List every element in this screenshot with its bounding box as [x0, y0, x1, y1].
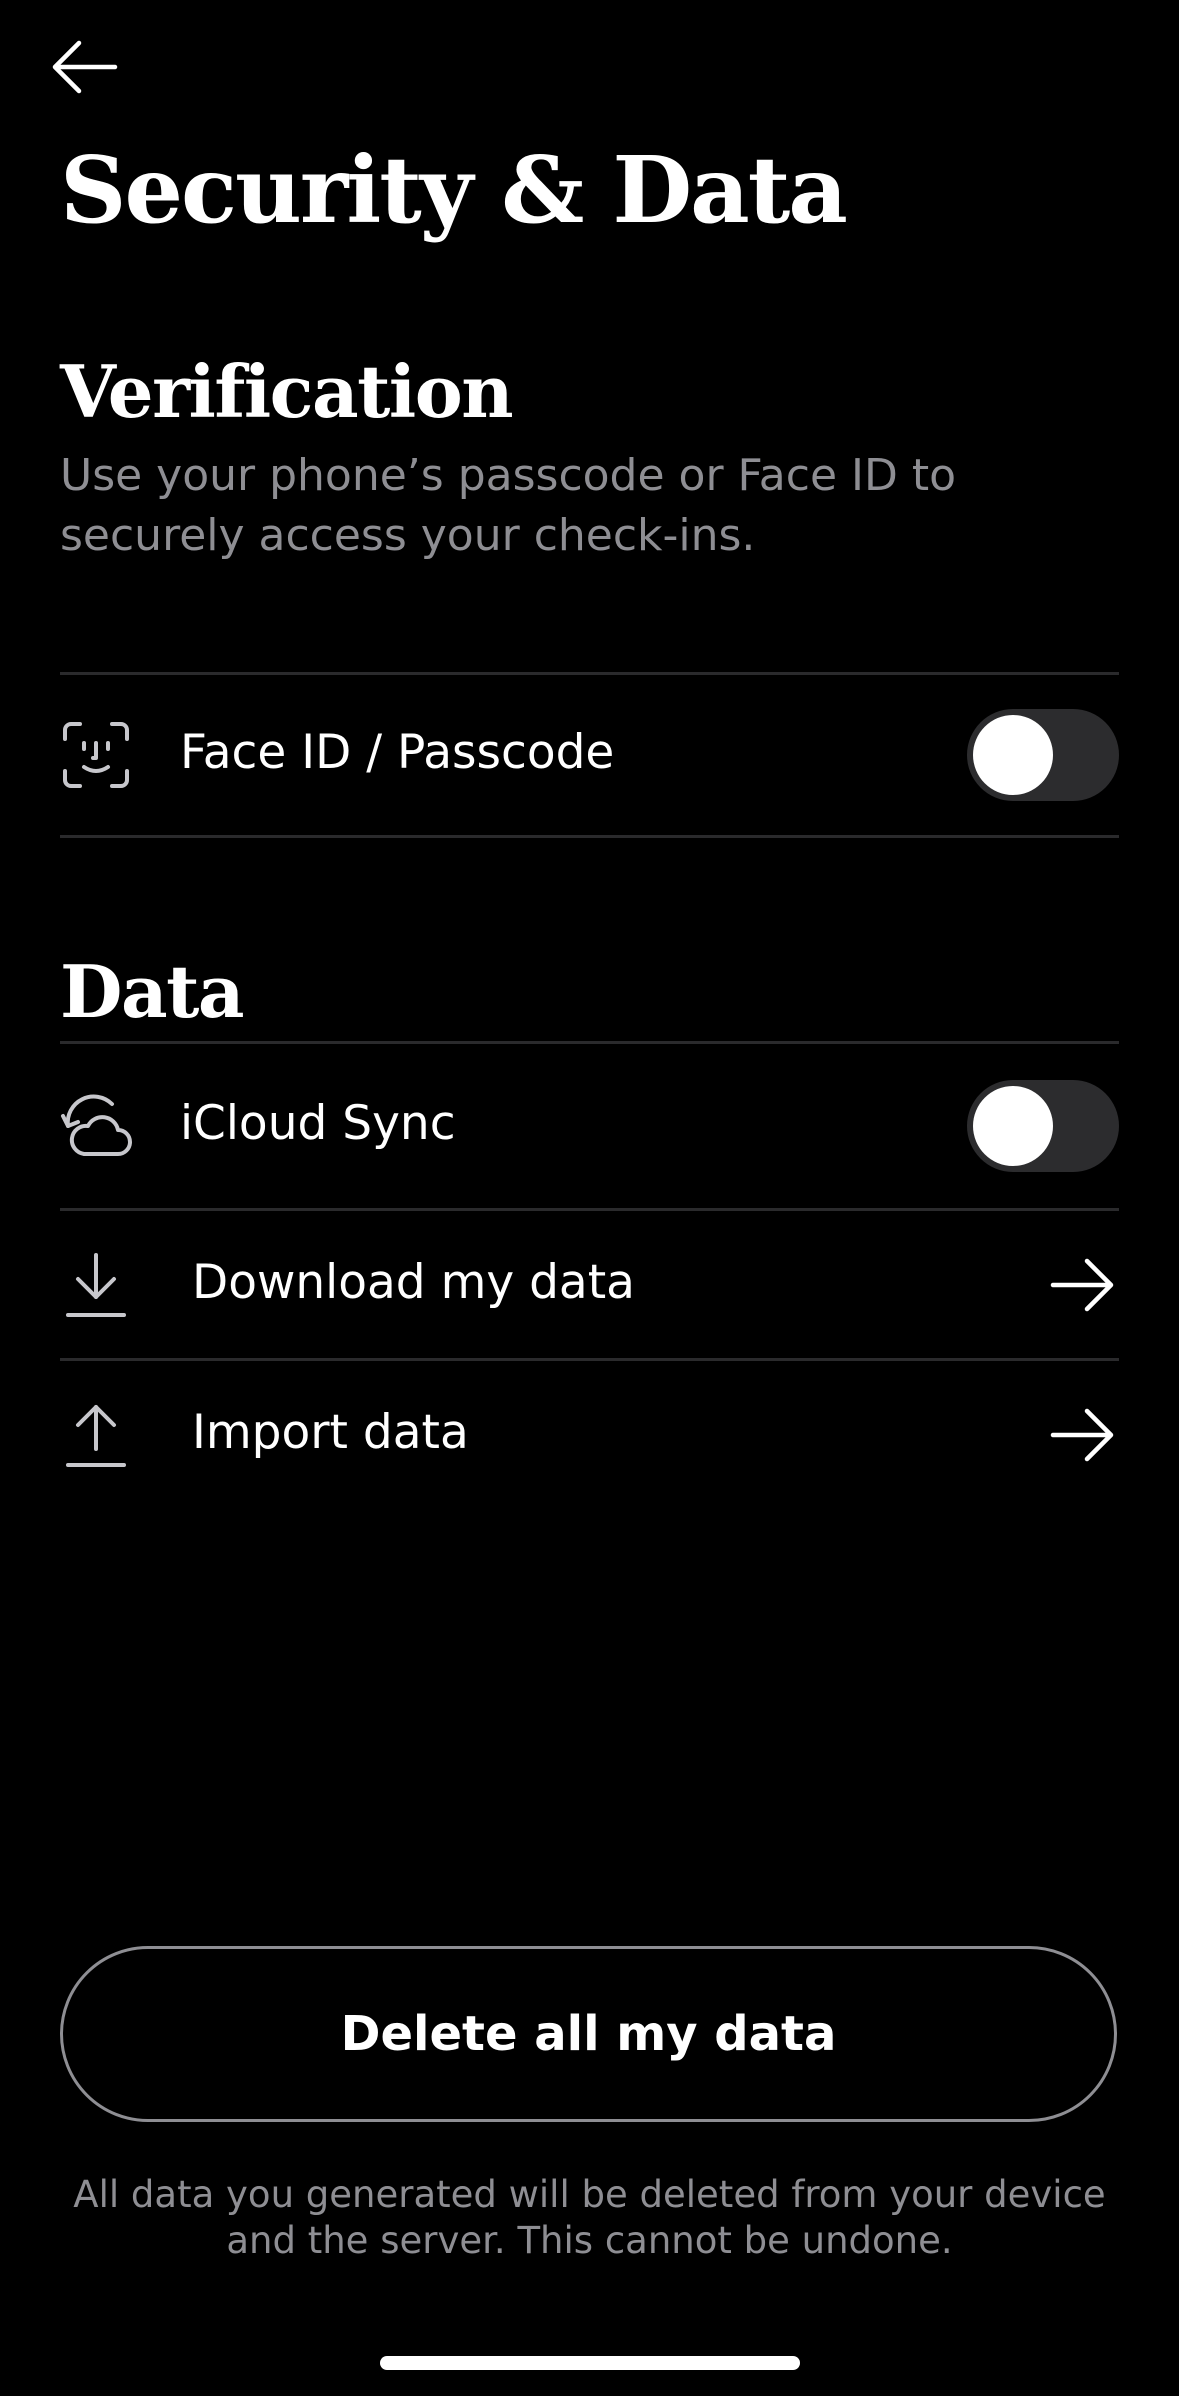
verification-section-title: Verification — [60, 349, 514, 434]
arrow-right-icon — [1047, 1255, 1119, 1315]
upload-icon — [60, 1401, 132, 1469]
face-id-icon — [60, 721, 132, 789]
toggle-knob — [973, 1086, 1053, 1166]
face-id-label: Face ID / Passcode — [180, 725, 615, 780]
face-id-row[interactable]: Face ID / Passcode — [60, 675, 1119, 835]
divider — [60, 835, 1119, 838]
verification-description: Use your phone’s passcode or Face ID to … — [60, 450, 957, 561]
import-data-row[interactable]: Import data — [60, 1361, 1119, 1509]
cloud-sync-icon — [60, 1092, 132, 1160]
page-title: Security & Data — [60, 136, 848, 244]
delete-all-data-button[interactable]: Delete all my data — [60, 1946, 1117, 2122]
icloud-sync-toggle[interactable] — [967, 1080, 1119, 1172]
arrow-left-icon — [52, 40, 118, 94]
delete-warning-text: All data you generated will be deleted f… — [73, 2173, 1106, 2262]
icloud-sync-row[interactable]: iCloud Sync — [60, 1044, 1119, 1208]
download-icon — [60, 1251, 132, 1319]
back-button[interactable] — [46, 34, 122, 100]
arrow-right-icon — [1047, 1405, 1119, 1465]
icloud-sync-label: iCloud Sync — [180, 1096, 456, 1151]
download-data-row[interactable]: Download my data — [60, 1211, 1119, 1358]
home-indicator[interactable] — [380, 2356, 800, 2370]
face-id-toggle[interactable] — [967, 709, 1119, 801]
data-section-title: Data — [60, 949, 245, 1034]
import-data-label: Import data — [192, 1405, 469, 1460]
toggle-knob — [973, 715, 1053, 795]
download-data-label: Download my data — [192, 1255, 635, 1310]
